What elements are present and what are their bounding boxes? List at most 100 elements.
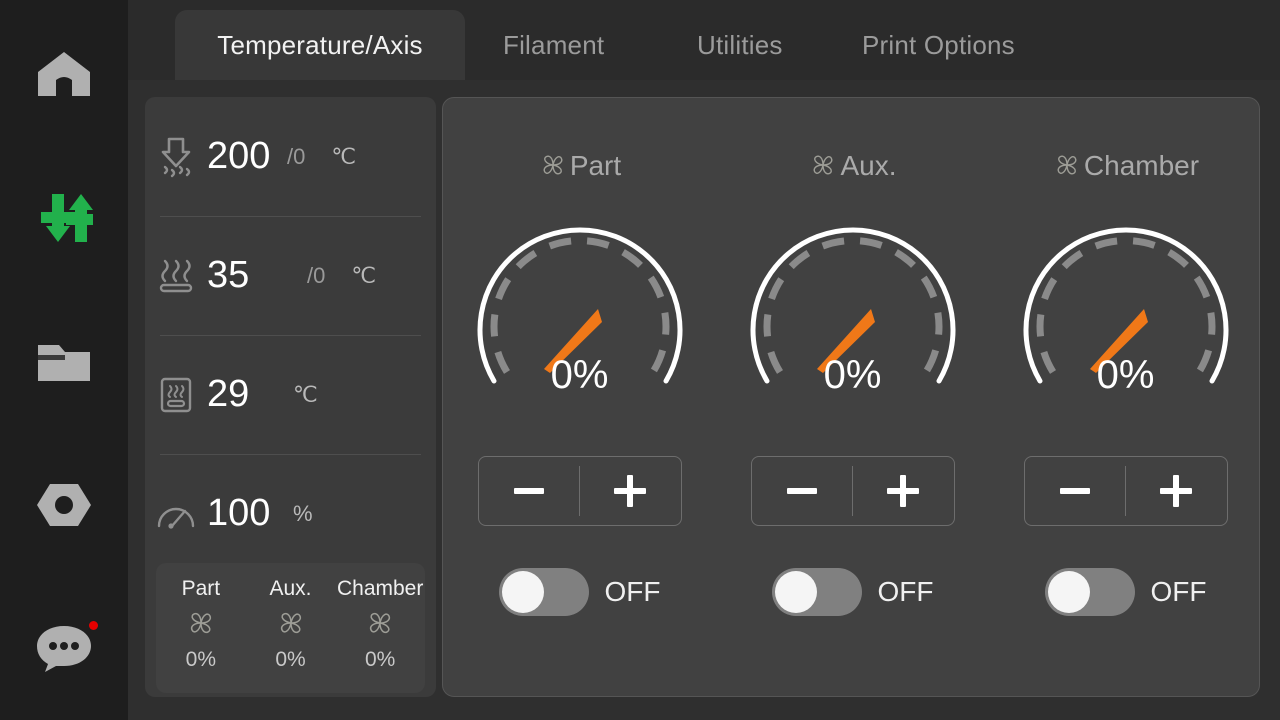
fan-summary-label: Chamber	[336, 577, 424, 600]
tab-print-options[interactable]: Print Options	[840, 10, 1037, 80]
nut-icon	[37, 484, 91, 526]
speed-unit: %	[293, 500, 313, 526]
fan-column-aux: Aux. 0% OFF	[716, 98, 989, 698]
printer-touch-ui: Temperature/Axis Filament Utilities Prin…	[0, 0, 1280, 720]
status-row-bed[interactable]: 35 /0 ℃	[145, 216, 436, 335]
bed-temp-value: 35	[207, 254, 250, 296]
status-row-nozzle[interactable]: 200 /0 ℃	[145, 97, 436, 216]
tab-label: Temperature/Axis	[217, 29, 423, 60]
plus-icon	[1160, 475, 1193, 507]
fan-summary-percent: 0%	[185, 648, 217, 671]
bed-temp-target: /0	[307, 262, 326, 288]
fan-title-chamber: Chamber	[989, 150, 1262, 182]
fan-gauge-aux: 0%	[739, 193, 967, 398]
nozzle-icon	[145, 136, 207, 178]
fan-toggle-row-part: OFF	[498, 568, 661, 616]
fan-gauge-value-chamber: 0%	[1096, 353, 1155, 397]
fan-gauge-chamber: 0%	[1012, 193, 1240, 398]
tab-filament[interactable]: Filament	[481, 10, 626, 80]
fan-summary-part[interactable]: Part 0%	[156, 563, 246, 693]
fan-increase-button-aux[interactable]	[853, 457, 954, 525]
fan-decrease-button-aux[interactable]	[752, 457, 853, 525]
bed-temp-unit: ℃	[351, 262, 377, 288]
fan-toggle-chamber[interactable]	[1044, 568, 1135, 616]
toggle-knob	[774, 571, 817, 613]
plus-icon	[614, 475, 647, 507]
speedometer-icon	[145, 498, 207, 530]
status-row-chamber[interactable]: 29 ℃	[145, 335, 436, 454]
fan-column-part: Part 0% OFF	[443, 98, 716, 698]
fan-decrease-button-part[interactable]	[479, 457, 580, 525]
fan-toggle-state-chamber: OFF	[1150, 576, 1207, 607]
fan-icon	[808, 150, 838, 182]
fan-summary-percent: 0%	[365, 648, 396, 671]
chat-bubble-icon	[37, 626, 91, 672]
sidebar-item-settings[interactable]	[0, 460, 128, 550]
status-column: 200 /0 ℃ 35 /0 ℃ 29 ℃ 100 % Part 0% Aux.…	[145, 97, 436, 697]
sidebar-item-controls[interactable]	[0, 173, 128, 263]
fan-stepper-part	[477, 456, 682, 526]
minus-icon	[513, 488, 544, 494]
fan-summary-aux[interactable]: Aux. 0%	[246, 563, 336, 693]
fan-gauge-value-part: 0%	[550, 353, 609, 397]
home-icon	[38, 52, 90, 96]
sidebar-item-files[interactable]	[0, 317, 128, 407]
fan-title-label: Chamber	[1083, 150, 1200, 181]
sliders-icon	[41, 194, 93, 242]
nozzle-temp-target: /0	[287, 143, 306, 169]
tab-bar: Temperature/Axis Filament Utilities Prin…	[128, 0, 1280, 80]
plus-icon	[887, 475, 920, 507]
fan-toggle-row-aux: OFF	[771, 568, 934, 616]
fan-summary-percent: 0%	[275, 648, 306, 671]
sidebar	[0, 0, 128, 720]
bed-icon	[145, 257, 207, 295]
fan-toggle-state-part: OFF	[604, 576, 661, 607]
chamber-icon	[145, 375, 207, 415]
toggle-knob	[501, 571, 544, 613]
fan-toggle-aux[interactable]	[771, 568, 862, 616]
speed-value: 100	[207, 492, 271, 534]
fan-icon	[538, 150, 568, 182]
tab-label: Utilities	[697, 29, 783, 60]
fan-icon	[364, 607, 396, 644]
fan-column-chamber: Chamber 0% OFF	[989, 98, 1262, 698]
fan-summary-card: Part 0% Aux. 0% Chamber 0%	[156, 563, 425, 693]
fan-title-label: Part	[569, 150, 622, 181]
fan-summary-label: Part	[181, 577, 221, 600]
fan-increase-button-part[interactable]	[580, 457, 681, 525]
chamber-temp-unit: ℃	[293, 381, 318, 407]
fan-title-label: Aux.	[840, 150, 897, 181]
fan-icon	[275, 607, 307, 644]
fan-control-panel: Part 0% OFF Aux. 0% OFF Chamber 0% OFF	[442, 97, 1260, 697]
folder-icon	[38, 345, 90, 381]
minus-icon	[1059, 488, 1090, 494]
fan-summary-label: Aux.	[269, 577, 312, 600]
nozzle-temp-value: 200	[207, 135, 271, 177]
fan-icon	[185, 607, 217, 644]
fan-title-part: Part	[443, 150, 716, 182]
fan-title-aux: Aux.	[716, 150, 989, 182]
toggle-knob	[1047, 571, 1090, 613]
fan-gauge-part: 0%	[466, 193, 694, 398]
fan-decrease-button-chamber[interactable]	[1025, 457, 1126, 525]
console-notification-badge	[89, 621, 98, 630]
chamber-temp-value: 29	[207, 373, 250, 415]
fan-summary-chamber[interactable]: Chamber 0%	[335, 563, 425, 693]
fan-gauge-value-aux: 0%	[823, 353, 882, 397]
fan-toggle-state-aux: OFF	[877, 576, 934, 607]
fan-stepper-chamber	[1023, 456, 1228, 526]
sidebar-item-home[interactable]	[0, 30, 128, 120]
status-row-speed[interactable]: 100 %	[145, 454, 436, 573]
fan-toggle-row-chamber: OFF	[1044, 568, 1207, 616]
fan-stepper-aux	[750, 456, 955, 526]
tab-utilities[interactable]: Utilities	[675, 10, 805, 80]
nozzle-temp-unit: ℃	[331, 143, 357, 169]
tab-temperature-axis[interactable]: Temperature/Axis	[175, 10, 465, 80]
minus-icon	[786, 488, 817, 494]
tab-label: Filament	[503, 29, 605, 60]
tab-label: Print Options	[862, 29, 1015, 60]
fan-increase-button-chamber[interactable]	[1126, 457, 1227, 525]
fan-icon	[1052, 150, 1082, 182]
sidebar-item-console[interactable]	[0, 603, 128, 693]
fan-toggle-part[interactable]	[498, 568, 589, 616]
